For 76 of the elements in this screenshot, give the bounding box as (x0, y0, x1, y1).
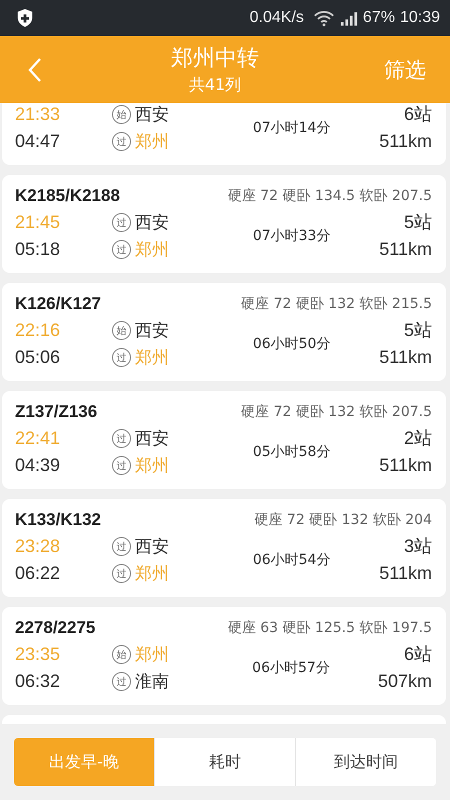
stop-count: 5站 (404, 211, 432, 234)
travel-duration: 07小时33分 (252, 227, 332, 245)
train-number: 2278/2275 (15, 618, 96, 638)
battery-level: 67% (362, 9, 395, 27)
ticket-prices: 硬座 72 硬卧 132 软卧 207.5 (241, 403, 432, 421)
train-number: K133/K132 (15, 510, 102, 530)
station-name: 淮南 (135, 671, 169, 693)
ticket-prices: 硬座 72 硬卧 132 软卧 215.5 (241, 295, 432, 313)
station-name: 西安 (135, 428, 169, 450)
sort-tab[interactable]: 到达时间 (295, 738, 436, 786)
travel-duration: 06小时50分 (252, 335, 332, 353)
station-type-badge: 始 (112, 321, 131, 340)
station-name: 西安 (135, 104, 169, 126)
station-type-badge: 过 (112, 132, 131, 151)
train-number: Z137/Z136 (15, 402, 98, 422)
travel-duration: 07小时14分 (252, 119, 332, 137)
travel-duration: 06小时54分 (252, 551, 332, 569)
train-number: K2185/K2188 (15, 186, 120, 206)
arrival-time: 05:18 (15, 238, 62, 261)
station-type-badge: 过 (112, 456, 131, 475)
distance: 511km (379, 238, 432, 261)
station-type-badge: 过 (112, 672, 131, 691)
station-name: 郑州 (135, 455, 169, 477)
station-type-badge: 始 (112, 645, 131, 664)
stop-count: 3站 (404, 535, 432, 558)
station-type-badge: 过 (112, 213, 131, 232)
departure-time: 21:33 (15, 103, 62, 126)
distance: 511km (379, 130, 432, 153)
stop-count: 6站 (404, 643, 432, 666)
ticket-prices: 硬座 63 硬卧 125.5 软卧 197.5 (228, 619, 432, 637)
clock: 10:39 (400, 9, 440, 27)
distance: 511km (379, 562, 432, 585)
departure-time: 21:45 (15, 211, 62, 234)
train-count: 共41列 (188, 75, 242, 96)
arrival-time: 06:32 (15, 670, 62, 693)
travel-duration: 05小时58分 (252, 443, 332, 461)
stop-count: 2站 (404, 427, 432, 450)
train-card[interactable]: 21:33 04:47 始 西安 过 郑州 07小时14分 6站 511km (2, 103, 446, 165)
station-name: 西安 (135, 320, 169, 342)
distance: 507km (378, 670, 432, 693)
distance: 511km (379, 454, 432, 477)
station-type-badge: 过 (112, 348, 131, 367)
station-name: 郑州 (135, 347, 169, 369)
network-speed: 0.04K/s (250, 9, 304, 27)
station-type-badge: 过 (112, 240, 131, 259)
train-card[interactable]: K126/K127 硬座 72 硬卧 132 软卧 215.5 22:16 05:06 始 西安 过 郑州 06小时50分 5站 511km (2, 283, 446, 381)
stop-count: 5站 (404, 319, 432, 342)
departure-time: 23:35 (15, 643, 62, 666)
ticket-prices: 硬座 72 硬卧 134.5 软卧 207.5 (228, 187, 432, 205)
train-card[interactable]: K133/K132 硬座 72 硬卧 132 软卧 204 23:28 06:22 过 西安 过 郑州 06小时54分 3站 511km (2, 499, 446, 597)
station-name: 郑州 (135, 131, 169, 153)
departure-time: 22:41 (15, 427, 62, 450)
station-type-badge: 过 (112, 429, 131, 448)
departure-time: 23:28 (15, 535, 62, 558)
train-card[interactable]: Z137/Z136 硬座 72 硬卧 132 软卧 207.5 22:41 04:39 过 西安 过 郑州 05小时58分 2站 511km (2, 391, 446, 489)
distance: 511km (379, 346, 432, 369)
train-number: K126/K127 (15, 294, 102, 314)
departure-time: 22:16 (15, 319, 62, 342)
station-name: 郑州 (135, 563, 169, 585)
station-type-badge: 过 (112, 564, 131, 583)
page-title: 郑州中转 (171, 45, 259, 73)
train-card[interactable]: 2278/2275 硬座 63 硬卧 125.5 软卧 197.5 23:35 06:32 始 郑州 过 淮南 06小时57分 6站 507km (2, 607, 446, 705)
travel-duration: 06小时57分 (251, 659, 331, 677)
stop-count: 6站 (404, 103, 432, 126)
station-name: 西安 (135, 536, 169, 558)
station-type-badge: 始 (112, 105, 131, 124)
arrival-time: 05:06 (15, 346, 62, 369)
arrival-time: 06:22 (15, 562, 62, 585)
station-name: 郑州 (135, 239, 169, 261)
station-name: 西安 (135, 212, 169, 234)
arrival-time: 04:47 (15, 130, 62, 153)
station-name: 郑州 (135, 644, 169, 666)
ticket-prices: 硬座 72 硬卧 132 软卧 204 (254, 511, 432, 529)
station-type-badge: 过 (112, 537, 131, 556)
train-card[interactable]: K2185/K2188 硬座 72 硬卧 134.5 软卧 207.5 21:45 05:18 过 西安 过 郑州 07小时33分 5站 511km (2, 175, 446, 273)
arrival-time: 04:39 (15, 454, 62, 477)
